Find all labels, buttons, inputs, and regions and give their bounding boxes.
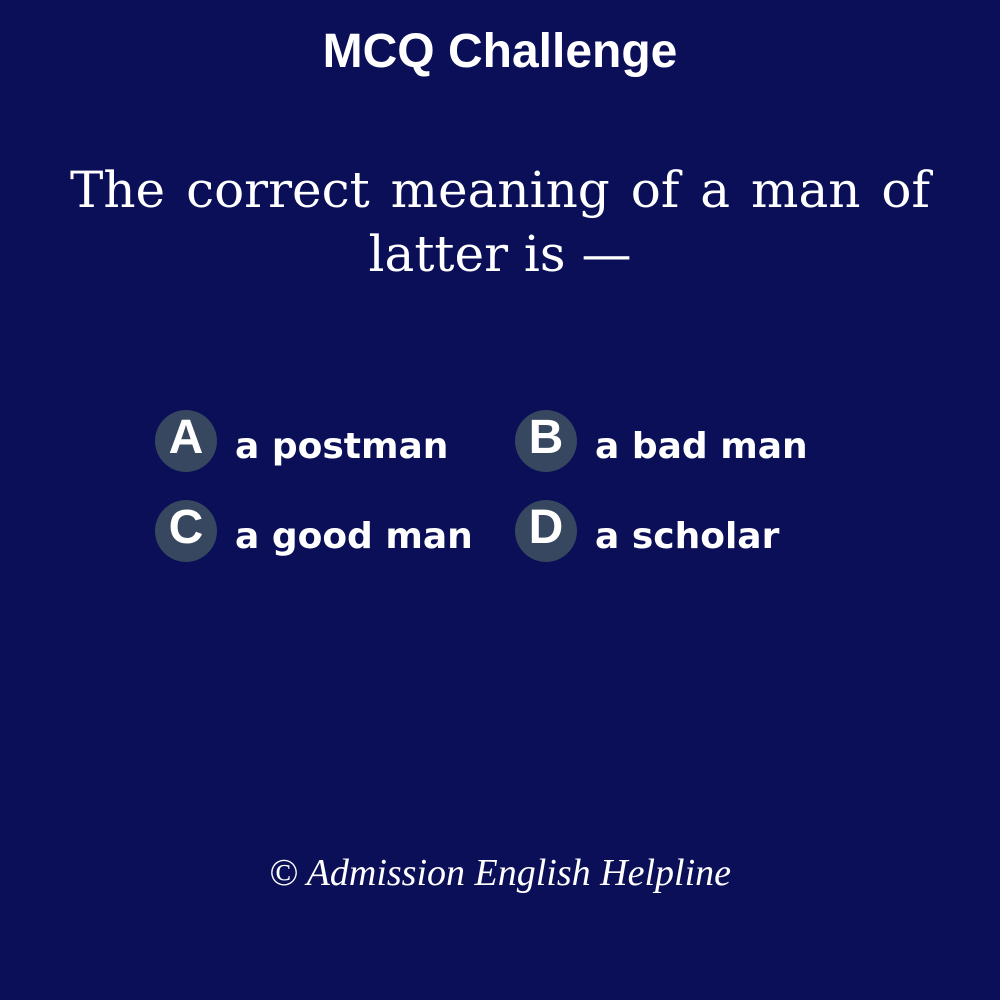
- option-d-badge: D: [515, 500, 577, 562]
- option-c-badge: C: [155, 500, 217, 562]
- option-b-label: a bad man: [595, 425, 808, 467]
- option-c[interactable]: C a good man: [155, 500, 473, 562]
- page-title: MCQ Challenge: [322, 25, 678, 78]
- option-d[interactable]: D a scholar: [515, 500, 779, 562]
- option-a-badge: A: [155, 410, 217, 472]
- option-a[interactable]: A a postman: [155, 410, 448, 472]
- option-b[interactable]: B a bad man: [515, 410, 808, 472]
- option-c-label: a good man: [235, 515, 473, 557]
- option-d-label: a scholar: [595, 515, 780, 557]
- question-text: The correct meaning of a man of latter i…: [70, 161, 930, 283]
- option-b-badge: B: [515, 410, 577, 472]
- option-a-label: a postman: [235, 425, 449, 467]
- copyright-footer: © Admission English Helpline: [269, 852, 731, 894]
